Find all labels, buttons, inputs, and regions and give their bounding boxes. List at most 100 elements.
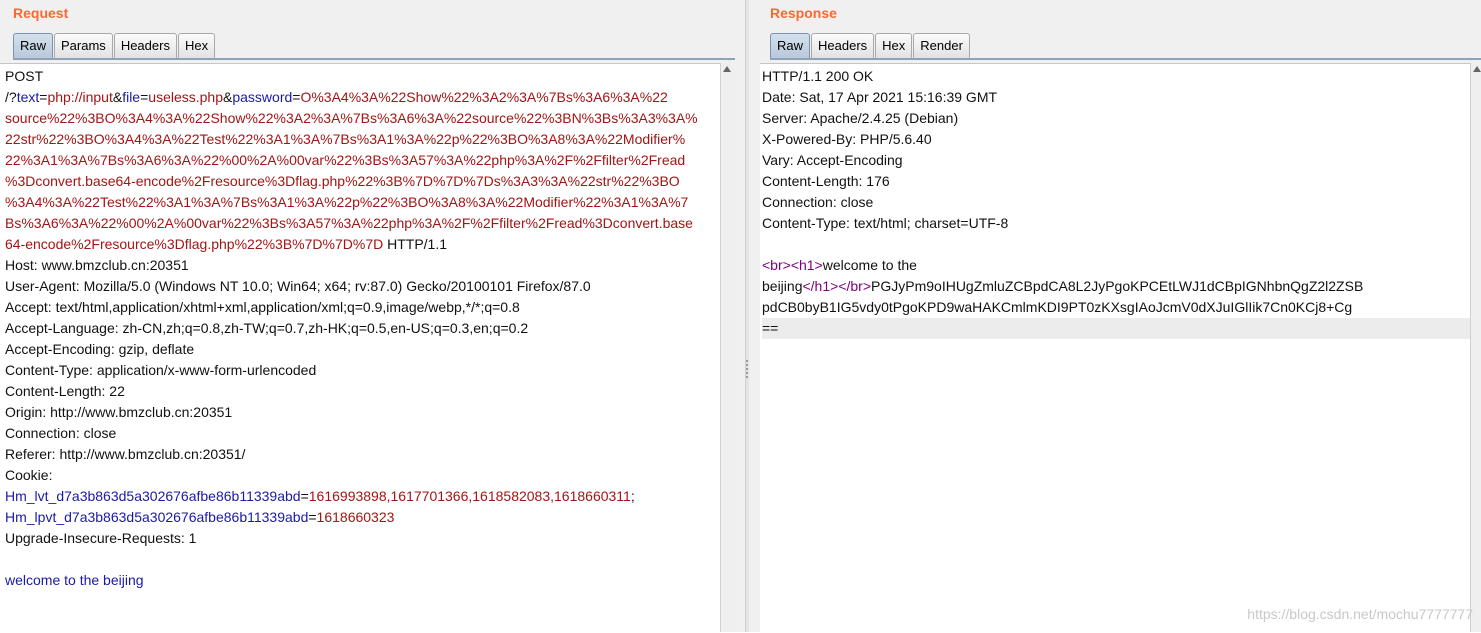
request-tab-raw[interactable]: Raw [13, 33, 54, 58]
request-token: text [16, 89, 40, 105]
response-token: Date: Sat, 17 Apr 2021 15:16:39 GMT [762, 89, 998, 105]
response-line: Server: Apache/2.4.25 (Debian) [762, 108, 1470, 129]
response-editor[interactable]: HTTP/1.1 200 OK Date: Sat, 17 Apr 2021 15… [760, 63, 1470, 633]
request-line: source%22%3BO%3A4%3A%22Show%22%3A2%3A%7B… [5, 108, 720, 129]
request-token: O%3A4%3A%22Show%22%3A2%3A%7Bs%3A6%3A%22 [300, 89, 668, 105]
response-line: Date: Sat, 17 Apr 2021 15:16:39 GMT [762, 87, 1470, 108]
response-pane: Response Raw Headers Hex Render HTTP/1.1… [749, 0, 1481, 633]
request-text: POST /?text=php://input&file=useless.php&… [0, 64, 720, 591]
request-token: Accept-Language: zh-CN,zh;q=0.8,zh-TW;q=… [5, 320, 529, 336]
request-line: /?text=php://input&file=useless.php&pass… [5, 87, 720, 108]
request-line: Accept-Language: zh-CN,zh;q=0.8,zh-TW;q=… [5, 318, 720, 339]
request-token: Bs%3A6%3A%22%00%2A%00var%22%3Bs%3A57%3A%… [5, 215, 693, 231]
response-token: Vary: Accept-Encoding [762, 152, 903, 168]
request-token: Connection: close [5, 425, 117, 441]
response-title: Response [770, 5, 837, 21]
watermark: https://blog.csdn.net/mochu7777777 [1247, 606, 1473, 622]
request-pane: Request Raw Params Headers Hex POST /?tex… [0, 0, 745, 633]
request-token: 1618660323 [316, 509, 395, 525]
request-line: %3Dconvert.base64-encode%2Fresource%3Dfl… [5, 171, 720, 192]
request-tabs: Raw Params Headers Hex [13, 33, 216, 59]
response-tab-headers[interactable]: Headers [811, 33, 875, 58]
request-line [5, 549, 720, 570]
response-token: <br> [762, 257, 791, 273]
response-line: Content-Type: text/html; charset=UTF-8 [762, 213, 1470, 234]
request-line: Referer: http://www.bmzclub.cn:20351/ [5, 444, 720, 465]
response-token: PGJyPm9oIHUgZmluZCBpdCA8L2JyPgoKPCEtLWJ1… [871, 278, 1364, 294]
request-tab-headers[interactable]: Headers [113, 33, 177, 58]
response-token: pdCB0byB1IG5vdy0tPgoKPD9waHAKCmlmKDI9PT0… [762, 299, 1353, 315]
request-token: file [122, 89, 141, 105]
response-line: beijing</h1></br>PGJyPm9oIHUgZmluZCBpdCA… [762, 276, 1470, 297]
response-line: == [762, 318, 1470, 339]
request-editor[interactable]: POST /?text=php://input&file=useless.php&… [0, 63, 720, 633]
request-token: 22str%22%3BO%3A4%3A%22Test%22%3A1%3A%7Bs… [5, 131, 686, 147]
request-token: 22%3A1%3A%7Bs%3A6%3A%22%00%2A%00var%22%3… [5, 152, 686, 168]
request-line: 64-encode%2Fresource%3Dflag.php%22%3B%7D… [5, 234, 720, 255]
response-line: Connection: close [762, 192, 1470, 213]
response-line: HTTP/1.1 200 OK [762, 66, 1470, 87]
request-line: POST [5, 66, 720, 87]
response-line: <br><h1>welcome to the [762, 255, 1470, 276]
request-token: ; [630, 488, 635, 504]
request-token: Content-Length: 22 [5, 383, 125, 399]
request-line: %3A4%3A%22Test%22%3A1%3A%7Bs%3A1%3A%22p%… [5, 192, 720, 213]
response-token: beijing [762, 278, 803, 294]
response-token: Content-Type: text/html; charset=UTF-8 [762, 215, 1009, 231]
request-line: Upgrade-Insecure-Requests: 1 [5, 528, 720, 549]
request-line: Accept-Encoding: gzip, deflate [5, 339, 720, 360]
request-token: useless.php [148, 89, 223, 105]
response-scrollbar[interactable] [1470, 63, 1481, 632]
scroll-up-arrow-icon[interactable] [1473, 66, 1481, 72]
request-tab-params[interactable]: Params [54, 33, 113, 58]
response-token: welcome to the [822, 257, 917, 273]
response-tabs: Raw Headers Hex Render [770, 33, 970, 59]
response-line: Vary: Accept-Encoding [762, 150, 1470, 171]
request-token: POST [5, 68, 44, 84]
request-line: 22%3A1%3A%7Bs%3A6%3A%22%00%2A%00var%22%3… [5, 150, 720, 171]
response-token: Server: Apache/2.4.25 (Debian) [762, 110, 959, 126]
response-tab-underline [770, 58, 1481, 60]
request-token: & [112, 89, 123, 105]
request-token: HTTP/1.1 [383, 236, 448, 252]
request-line: Host: www.bmzclub.cn:20351 [5, 255, 720, 276]
response-token: X-Powered-By: PHP/5.6.40 [762, 131, 932, 147]
request-token: Hm_lvt_d7a3b863d5a302676afbe86b11339abd [5, 488, 301, 504]
request-token: php://input [47, 89, 113, 105]
request-token: Referer: http://www.bmzclub.cn:20351/ [5, 446, 246, 462]
request-token: password [232, 89, 293, 105]
request-token: 64-encode%2Fresource%3Dflag.php%22%3B%7D… [5, 236, 384, 252]
request-token: & [223, 89, 233, 105]
divider-grip-icon[interactable] [746, 360, 748, 378]
request-line: Connection: close [5, 423, 720, 444]
request-line: welcome to the beijing [5, 570, 720, 591]
response-token: </h1> [802, 278, 839, 294]
response-line: pdCB0byB1IG5vdy0tPgoKPD9waHAKCmlmKDI9PT0… [762, 297, 1470, 318]
request-token: Host: www.bmzclub.cn:20351 [5, 257, 189, 273]
request-token: welcome to the beijing [5, 572, 144, 588]
request-token: %3Dconvert.base64-encode%2Fresource%3Dfl… [5, 173, 680, 189]
request-line: Cookie: [5, 465, 720, 486]
response-tab-hex[interactable]: Hex [875, 33, 913, 58]
response-token: Connection: close [762, 194, 874, 210]
response-text: HTTP/1.1 200 OK Date: Sat, 17 Apr 2021 15… [760, 64, 1470, 339]
request-line: Bs%3A6%3A%22%00%2A%00var%22%3Bs%3A57%3A%… [5, 213, 720, 234]
request-token: Accept: text/html,application/xhtml+xml,… [5, 299, 520, 315]
request-line: Hm_lpvt_d7a3b863d5a302676afbe86b11339abd… [5, 507, 720, 528]
response-token: </br> [838, 278, 872, 294]
request-line: Hm_lvt_d7a3b863d5a302676afbe86b11339abd=… [5, 486, 720, 507]
request-token: Hm_lpvt_d7a3b863d5a302676afbe86b11339abd [5, 509, 309, 525]
request-tab-hex[interactable]: Hex [177, 33, 216, 58]
request-token: Cookie: [5, 467, 53, 483]
request-token: %3A4%3A%22Test%22%3A1%3A%7Bs%3A1%3A%22p%… [5, 194, 689, 210]
request-token: 1616993898,1617701366,1618582083,1618660… [308, 488, 631, 504]
request-line: Accept: text/html,application/xhtml+xml,… [5, 297, 720, 318]
request-token: Accept-Encoding: gzip, deflate [5, 341, 195, 357]
request-line: 22str%22%3BO%3A4%3A%22Test%22%3A1%3A%7Bs… [5, 129, 720, 150]
request-tab-underline [13, 58, 735, 60]
request-scrollbar[interactable] [720, 63, 734, 632]
response-tab-render[interactable]: Render [913, 33, 970, 58]
scroll-up-arrow-icon[interactable] [723, 66, 731, 72]
response-line: Content-Length: 176 [762, 171, 1470, 192]
response-tab-raw[interactable]: Raw [770, 33, 811, 58]
